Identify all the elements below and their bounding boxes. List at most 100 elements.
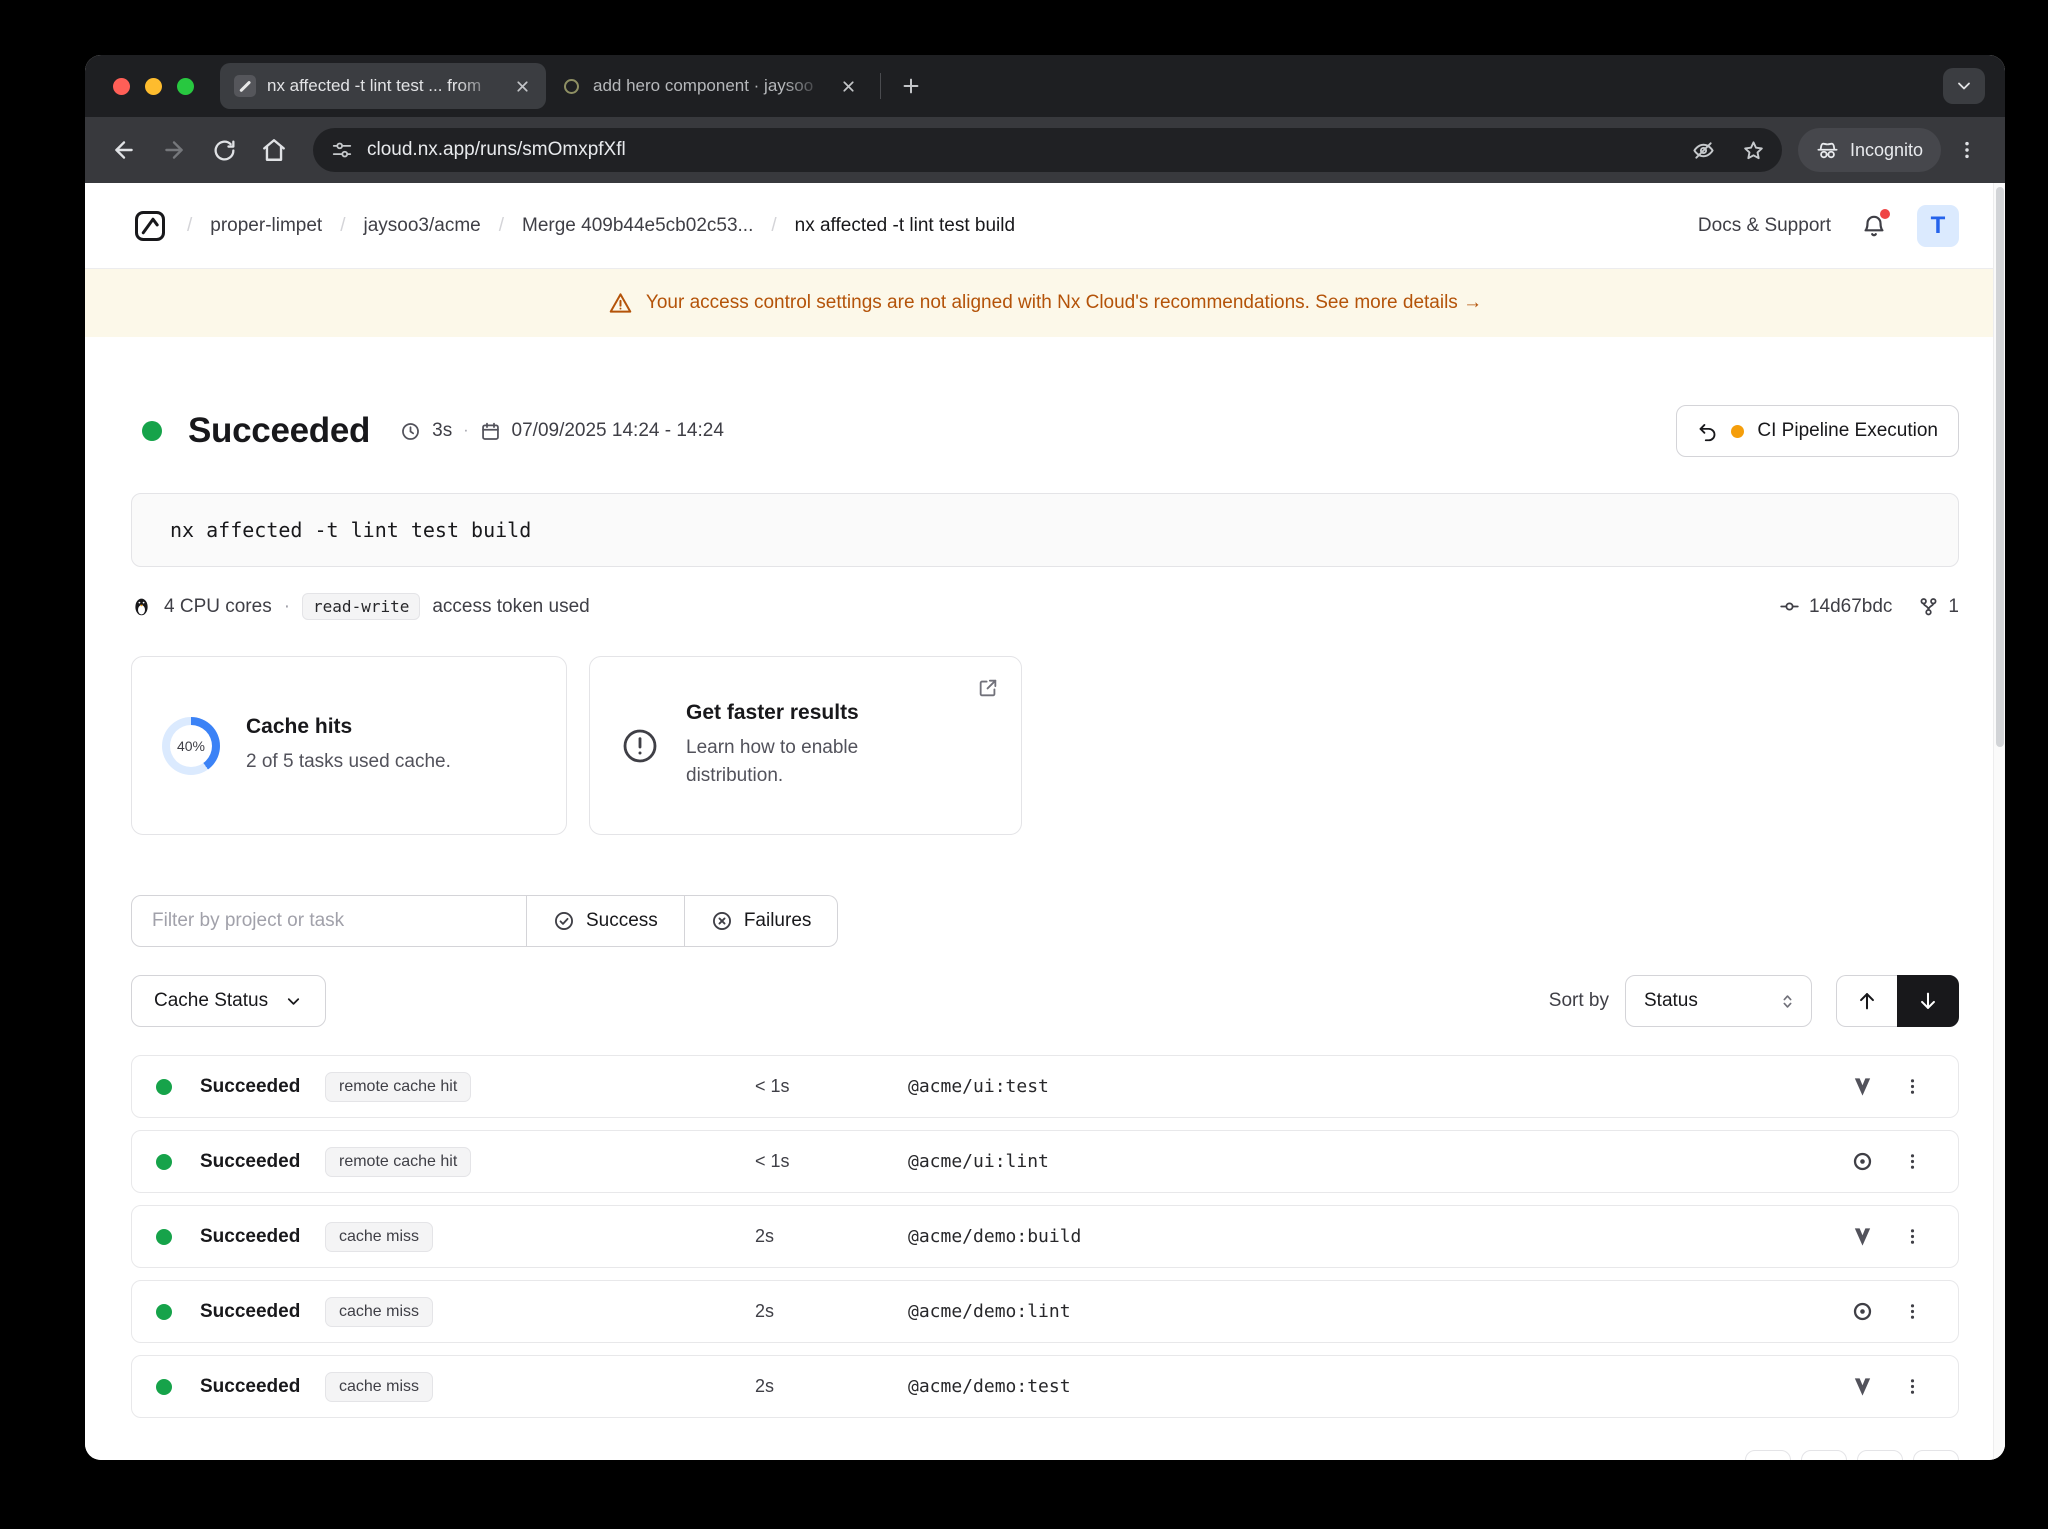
task-menu-icon[interactable] — [1902, 1376, 1923, 1397]
run-datetime: 07/09/2025 14:24 - 14:24 — [512, 420, 724, 442]
pagination-button[interactable] — [1857, 1450, 1903, 1460]
home-icon[interactable] — [251, 127, 297, 173]
cache-card-title: Cache hits — [246, 715, 451, 739]
summary-cards: 40% Cache hits 2 of 5 tasks used cache. … — [131, 656, 1959, 835]
task-row[interactable]: Succeeded cache miss 2s @acme/demo:build — [131, 1205, 1959, 1268]
breadcrumb-run[interactable]: nx affected -t lint test build — [795, 215, 1015, 237]
command-box: nx affected -t lint test build — [131, 493, 1959, 567]
run-details-row: 4 CPU cores · read-write access token us… — [131, 593, 1959, 620]
breadcrumb-workspace[interactable]: proper-limpet — [210, 215, 322, 237]
calendar-icon — [480, 421, 501, 442]
scrollbar-thumb[interactable] — [1996, 187, 2004, 747]
nx-cloud-logo-icon[interactable] — [131, 207, 169, 245]
cpu-cores-label: 4 CPU cores — [164, 596, 272, 618]
reload-icon[interactable] — [201, 127, 247, 173]
commit-group[interactable]: 14d67bdc — [1779, 596, 1892, 618]
external-link-icon[interactable] — [977, 677, 999, 699]
breadcrumb-separator: / — [499, 215, 504, 237]
task-name: @acme/demo:build — [908, 1226, 1834, 1247]
new-tab-button[interactable] — [893, 68, 929, 104]
task-status: Succeeded — [200, 1301, 325, 1323]
task-duration: 2s — [755, 1301, 908, 1322]
run-status-row: Succeeded 3s · 07/09/2025 14:24 - 14:24 — [131, 405, 1959, 457]
breadcrumb-separator: / — [771, 215, 776, 237]
pagination-button[interactable] — [1745, 1450, 1791, 1460]
cache-status-badge: remote cache hit — [325, 1072, 471, 1102]
cache-card-subtitle: 2 of 5 tasks used cache. — [246, 748, 451, 776]
zoom-window-button[interactable] — [177, 78, 194, 95]
branch-group[interactable]: 1 — [1918, 596, 1959, 618]
undo-arrow-icon — [1697, 421, 1718, 442]
get-faster-results-card[interactable]: Get faster results Learn how to enable d… — [589, 656, 1022, 835]
sort-ascending-button[interactable] — [1836, 975, 1897, 1027]
task-row[interactable]: Succeeded remote cache hit < 1s @acme/ui… — [131, 1055, 1959, 1118]
failures-filter-button[interactable]: Failures — [685, 895, 839, 947]
breadcrumb: / proper-limpet / jaysoo3/acme / Merge 4… — [187, 215, 1015, 237]
tab-title: add hero component · jaysoo — [593, 76, 825, 96]
faster-card-title: Get faster results — [686, 701, 891, 725]
tab-nx-run[interactable]: nx affected -t lint test ... from — [220, 63, 546, 109]
sort-descending-button[interactable] — [1897, 975, 1959, 1027]
sort-field-select[interactable]: Status — [1625, 975, 1812, 1027]
task-row[interactable]: Succeeded remote cache hit < 1s @acme/ui… — [131, 1130, 1959, 1193]
ci-pipeline-execution-button[interactable]: CI Pipeline Execution — [1676, 405, 1959, 457]
vitest-icon — [1851, 1375, 1874, 1398]
back-icon[interactable] — [101, 127, 147, 173]
cache-status-badge: remote cache hit — [325, 1147, 471, 1177]
task-duration: 2s — [755, 1376, 908, 1397]
url-bar[interactable]: cloud.nx.app/runs/smOmxpfXfl — [313, 128, 1782, 172]
scrollbar-track[interactable] — [1993, 183, 2005, 1460]
cache-status-label: Cache Status — [154, 990, 268, 1012]
task-name: @acme/demo:test — [908, 1376, 1834, 1397]
success-filter-label: Success — [586, 910, 658, 932]
task-menu-icon[interactable] — [1902, 1076, 1923, 1097]
cache-status-dropdown[interactable]: Cache Status — [131, 975, 326, 1027]
pagination-button[interactable] — [1913, 1450, 1959, 1460]
avatar[interactable]: T — [1917, 205, 1959, 247]
pipeline-status-dot — [1731, 425, 1744, 438]
pipeline-button-label: CI Pipeline Execution — [1757, 420, 1938, 442]
task-menu-icon[interactable] — [1902, 1301, 1923, 1322]
dot-separator: · — [463, 422, 468, 440]
tab-search-chevron-button[interactable] — [1943, 68, 1985, 104]
access-control-banner: Your access control settings are not ali… — [85, 269, 2005, 337]
chevron-down-icon — [284, 992, 303, 1011]
browser-menu-icon[interactable] — [1945, 128, 1989, 172]
task-row[interactable]: Succeeded cache miss 2s @acme/demo:lint — [131, 1280, 1959, 1343]
breadcrumb-repo[interactable]: jaysoo3/acme — [364, 215, 481, 237]
pagination-row — [131, 1450, 1959, 1460]
run-command: nx affected -t lint test build — [170, 518, 531, 542]
status-dot — [156, 1154, 172, 1170]
minimize-window-button[interactable] — [145, 78, 162, 95]
close-tab-icon[interactable] — [836, 74, 860, 98]
close-window-button[interactable] — [113, 78, 130, 95]
task-menu-icon[interactable] — [1902, 1151, 1923, 1172]
task-status: Succeeded — [200, 1226, 325, 1248]
pagination-button[interactable] — [1801, 1450, 1847, 1460]
eye-off-icon[interactable] — [1686, 132, 1722, 168]
incognito-label: Incognito — [1850, 140, 1923, 161]
docs-support-link[interactable]: Docs & Support — [1698, 215, 1831, 237]
tab-pull-request[interactable]: add hero component · jaysoo — [546, 63, 872, 109]
task-menu-icon[interactable] — [1902, 1226, 1923, 1247]
close-tab-icon[interactable] — [510, 74, 534, 98]
breadcrumb-cipe[interactable]: Merge 409b44e5cb02c53... — [522, 215, 753, 237]
filter-input[interactable] — [131, 895, 527, 947]
bookmark-star-icon[interactable] — [1736, 132, 1772, 168]
tab-divider — [880, 73, 881, 99]
forward-icon[interactable] — [151, 127, 197, 173]
notifications-bell-icon[interactable] — [1859, 211, 1889, 241]
task-status: Succeeded — [200, 1376, 325, 1398]
run-meta: 3s · 07/09/2025 14:24 - 14:24 — [400, 420, 724, 442]
incognito-badge: Incognito — [1798, 128, 1941, 172]
task-row[interactable]: Succeeded cache miss 2s @acme/demo:test — [131, 1355, 1959, 1418]
task-duration: 2s — [755, 1226, 908, 1247]
page: / proper-limpet / jaysoo3/acme / Merge 4… — [85, 183, 2005, 1460]
url-text: cloud.nx.app/runs/smOmxpfXfl — [367, 139, 1672, 161]
success-filter-button[interactable]: Success — [527, 895, 685, 947]
notification-dot — [1880, 209, 1890, 219]
task-duration: < 1s — [755, 1076, 908, 1097]
tab-bar: nx affected -t lint test ... from add he… — [85, 55, 2005, 117]
site-settings-icon[interactable] — [331, 139, 353, 161]
banner-text[interactable]: Your access control settings are not ali… — [646, 292, 1482, 314]
